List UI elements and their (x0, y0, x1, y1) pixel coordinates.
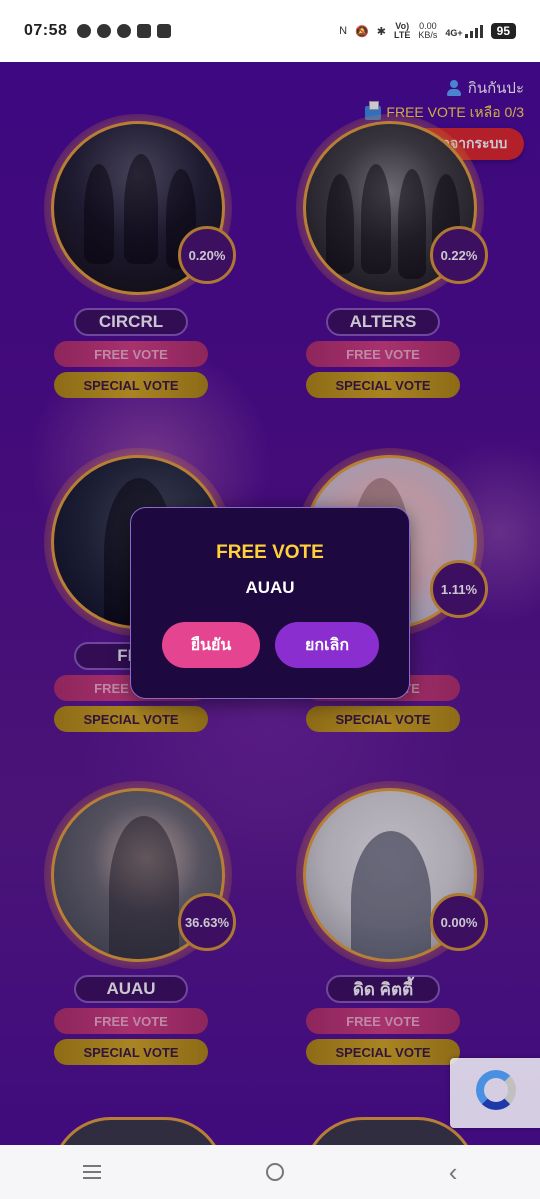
artist-name: AUAU (74, 975, 188, 1003)
battery-indicator: 95 (490, 23, 516, 39)
mute-icon: 🔕 (355, 25, 369, 38)
signal-icon (464, 24, 483, 38)
special-vote-button[interactable]: SPECIAL VOTE (306, 706, 460, 732)
nfc-icon: N (339, 25, 348, 37)
vote-percentage: 0.00% (430, 893, 488, 951)
recaptcha-icon (476, 1070, 516, 1110)
free-vote-button[interactable]: FREE VOTE (306, 341, 460, 367)
special-vote-button[interactable]: SPECIAL VOTE (306, 372, 460, 398)
system-nav-bar: ‹ (0, 1145, 540, 1199)
messenger-icon (97, 24, 112, 38)
username: กินกันปะ (467, 80, 524, 97)
message-icon (77, 24, 92, 38)
vote-percentage: 1.11% (430, 560, 488, 618)
artist-name: ALTERS (326, 308, 440, 336)
user-icon (446, 80, 462, 96)
status-bar: 07:58 N 🔕 ✱ Vo) LTE 0.00 KB/s 4G+ 95 (0, 0, 540, 62)
artist-card: 36.63% AUAU FREE VOTE SPECIAL VOTE (18, 781, 258, 1071)
user-info: กินกันปะ (446, 76, 524, 100)
artist-name: CIRCRL (74, 308, 188, 336)
status-time: 07:58 (24, 22, 68, 39)
free-vote-button[interactable]: FREE VOTE (306, 1008, 460, 1034)
vote-percentage: 0.22% (430, 226, 488, 284)
artist-card: 0.00% ดิด คิตตี้ FREE VOTE SPECIAL VOTE (270, 781, 510, 1071)
vote-page: กินกันปะ FREE VOTE เหลือ 0/3 ออกจากระบบ … (0, 62, 540, 1145)
vote-percentage: 36.63% (178, 893, 236, 951)
net-speed: 0.00 KB/s (418, 21, 438, 40)
back-button[interactable]: ‹ (449, 1159, 458, 1185)
free-vote-button[interactable]: FREE VOTE (54, 341, 208, 367)
special-vote-button[interactable]: SPECIAL VOTE (54, 706, 208, 732)
app-icon (157, 24, 172, 38)
recent-apps-button[interactable] (82, 1165, 101, 1179)
special-vote-button[interactable]: SPECIAL VOTE (54, 1039, 208, 1065)
confirm-button[interactable]: ยืนยัน (162, 622, 260, 668)
cancel-button[interactable]: ยกเลิก (275, 622, 379, 668)
vote-confirm-dialog: FREE VOTE AUAU ยืนยัน ยกเลิก (130, 507, 410, 699)
instagram-icon (137, 24, 152, 38)
vote-percentage: 0.20% (178, 226, 236, 284)
bluetooth-icon: ✱ (376, 25, 387, 38)
volte-indicator: Vo) LTE (394, 21, 411, 40)
artist-card: 0.22% ALTERS FREE VOTE SPECIAL VOTE (270, 114, 510, 404)
artist-photo-partial (51, 1117, 225, 1145)
special-vote-button[interactable]: SPECIAL VOTE (306, 1039, 460, 1065)
artist-name: ดิด คิตตี้ (326, 975, 440, 1003)
line-icon (117, 24, 132, 38)
artist-card: 0.20% CIRCRL FREE VOTE SPECIAL VOTE (18, 114, 258, 404)
recaptcha-badge[interactable] (450, 1058, 540, 1128)
network-type: 4G+ (445, 28, 463, 38)
dialog-artist-name: AUAU (245, 578, 295, 597)
free-vote-button[interactable]: FREE VOTE (54, 1008, 208, 1034)
dialog-title: FREE VOTE (216, 542, 324, 563)
home-button[interactable] (265, 1163, 284, 1181)
special-vote-button[interactable]: SPECIAL VOTE (54, 372, 208, 398)
